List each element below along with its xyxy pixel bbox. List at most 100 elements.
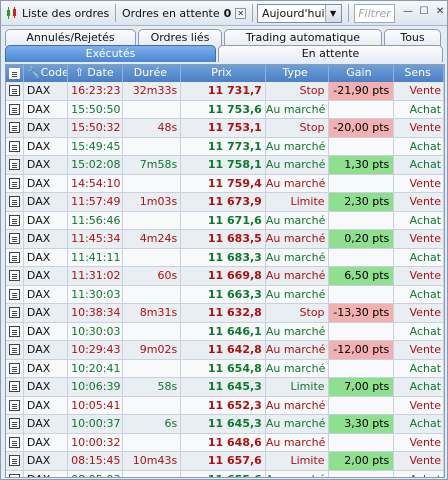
table-row[interactable]: DAX 14:54:10 11 759,4 Au marché Vente xyxy=(6,174,444,193)
pending-count-badge: 0 xyxy=(223,6,232,20)
document-icon[interactable] xyxy=(8,214,20,226)
cell-price: 11 759,4 xyxy=(181,174,266,192)
header-type[interactable]: Type xyxy=(266,65,329,82)
close-icon[interactable]: ✕ xyxy=(235,7,247,19)
cell-type: Au marché xyxy=(266,415,329,433)
cell-duration: 32m33s xyxy=(123,82,182,100)
orders-list-button[interactable]: Liste des ordres xyxy=(1,1,113,25)
document-icon[interactable] xyxy=(8,362,20,374)
cell-code: DAX xyxy=(24,119,68,137)
document-icon[interactable] xyxy=(8,159,20,171)
cell-price: 11 654,8 xyxy=(181,359,266,377)
document-icon[interactable] xyxy=(8,381,20,393)
header-direction[interactable]: Sens xyxy=(394,65,444,82)
document-icon[interactable] xyxy=(8,418,20,430)
cell-date: 10:20:41 xyxy=(68,359,124,377)
tab-cancelled[interactable]: Annulés/Rejetés xyxy=(5,29,136,46)
cell-date: 14:54:10 xyxy=(68,174,124,192)
table-row[interactable]: DAX 16:23:23 32m33s 11 731,7 Stop -21,90 pts V… xyxy=(6,82,444,101)
document-icon[interactable] xyxy=(8,473,20,477)
maximize-icon[interactable]: ☐ xyxy=(417,6,431,20)
toolbar-separator xyxy=(115,4,116,22)
tab-pending[interactable]: En attente xyxy=(218,45,443,62)
row-doc-icon xyxy=(6,285,24,303)
cell-type: Limite xyxy=(266,452,329,470)
table-row[interactable]: DAX 10:00:37 6s 11 645,3 Au marché 3,30 pts Ac… xyxy=(6,415,444,434)
table-row[interactable]: DAX 08:15:45 10m43s 11 657,6 Limite 2,00 pts V… xyxy=(6,452,444,471)
orders-list-label: Liste des ordres xyxy=(22,6,110,20)
header-duration[interactable]: Durée xyxy=(123,65,182,82)
table-row[interactable]: DAX 11:30:03 11 663,3 Au marché Achat xyxy=(6,285,444,304)
cell-code: DAX xyxy=(24,470,68,477)
table-row[interactable]: DAX 10:20:41 11 654,8 Au marché Achat xyxy=(6,359,444,378)
cell-price: 11 683,5 xyxy=(181,230,266,248)
cell-type: Limite xyxy=(266,193,329,211)
document-icon[interactable] xyxy=(8,455,20,467)
cell-type: Au marché xyxy=(266,285,329,303)
table-row[interactable]: DAX 15:49:45 11 773,1 Au marché Achat xyxy=(6,137,444,156)
row-doc-icon xyxy=(6,359,24,377)
cell-direction: Achat xyxy=(394,378,444,396)
table-row[interactable]: DAX 15:50:50 11 753,6 Au marché Achat xyxy=(6,100,444,119)
document-icon[interactable] xyxy=(8,140,20,152)
close-window-icon[interactable]: ✕ xyxy=(433,6,447,20)
cell-type: Stop xyxy=(266,82,329,100)
table-row[interactable]: DAX08:05:03 11 655,6Au marché Achat xyxy=(6,470,444,477)
tab-linked-orders[interactable]: Ordres liés xyxy=(138,29,222,46)
cell-date: 08:15:45 xyxy=(68,452,124,470)
minimize-icon[interactable]: — xyxy=(401,6,415,20)
cell-price: 11 753,6 xyxy=(181,100,266,118)
document-icon[interactable] xyxy=(8,233,20,245)
header-date[interactable]: ⇧ Date xyxy=(68,65,124,82)
document-icon[interactable] xyxy=(8,122,20,134)
row-doc-icon xyxy=(6,267,24,285)
document-icon[interactable] xyxy=(8,399,20,411)
tab-executed[interactable]: Exécutés xyxy=(5,45,217,62)
document-icon[interactable] xyxy=(8,196,20,208)
cell-date: 10:29:43 xyxy=(68,341,124,359)
document-icon[interactable] xyxy=(8,436,20,448)
table-row[interactable]: DAX 11:56:46 11 671,6 Au marché Achat xyxy=(6,211,444,230)
cell-gain: -20,00 pts xyxy=(328,119,395,137)
table-row[interactable]: DAX 11:31:02 60s 11 669,8 Au marché 6,50 pts V… xyxy=(6,267,444,286)
table-row[interactable]: DAX 10:05:41 11 652,3 Au marché Vente xyxy=(6,396,444,415)
table-row[interactable]: DAX 10:06:39 58s 11 645,3 Limite 7,00 pts Acha… xyxy=(6,378,444,397)
cell-duration xyxy=(123,322,182,340)
cell-code: DAX xyxy=(24,304,68,322)
header-code[interactable]: 🔧Code xyxy=(24,65,68,82)
tab-auto-trading[interactable]: Trading automatique xyxy=(224,29,382,46)
table-row[interactable]: DAX 15:50:32 48s 11 753,1 Stop -20,00 pts Vent… xyxy=(6,119,444,138)
cell-direction: Vente xyxy=(394,304,444,322)
document-icon[interactable] xyxy=(8,307,20,319)
header-gain[interactable]: Gain xyxy=(329,65,395,82)
document-icon[interactable] xyxy=(8,288,20,300)
table-row[interactable]: DAX 10:00:32 11 648,6 Au marché Vente xyxy=(6,433,444,452)
tab-all[interactable]: Tous xyxy=(384,29,441,46)
table-row[interactable]: DAX 15:02:08 7m58s 11 758,1 Au marché 1,30 pt… xyxy=(6,156,444,175)
table-row[interactable]: DAX 10:29:43 9m02s 11 642,8 Au marché -12,00 … xyxy=(6,341,444,360)
document-icon[interactable] xyxy=(8,177,20,189)
filter-input[interactable]: Filtrer les xyxy=(354,3,396,23)
row-doc-icon xyxy=(6,322,24,340)
table-row[interactable]: DAX 11:45:34 4m24s 11 683,5 Au marché 0,20 pt… xyxy=(6,230,444,249)
table-row[interactable]: DAX 11:41:11 11 683,3 Au marché Achat xyxy=(6,248,444,267)
cell-direction: Vente xyxy=(394,193,444,211)
document-icon[interactable] xyxy=(8,85,20,97)
cell-code: DAX xyxy=(24,174,68,192)
document-icon[interactable] xyxy=(8,270,20,282)
document-icon[interactable] xyxy=(8,325,20,337)
cell-date: 15:50:32 xyxy=(68,119,124,137)
cell-gain: 2,30 pts xyxy=(328,193,395,211)
header-price[interactable]: Prix xyxy=(181,65,266,82)
cell-type: Stop xyxy=(266,304,329,322)
pending-orders-button[interactable]: Ordres en attente 0 ✕ xyxy=(118,1,250,25)
document-icon[interactable] xyxy=(8,103,20,115)
cell-direction: Achat xyxy=(394,470,444,477)
table-row[interactable]: DAX 10:38:34 8m31s 11 632,8 Stop -13,30 pts Ve… xyxy=(6,304,444,323)
table-row[interactable]: DAX 11:57:49 1m03s 11 673,9 Limite 2,30 pts Ve… xyxy=(6,193,444,212)
table-row[interactable]: DAX 10:30:03 11 646,1 Au marché Achat xyxy=(6,322,444,341)
document-icon[interactable] xyxy=(8,344,20,356)
chevron-down-icon[interactable]: ▼ xyxy=(324,4,341,22)
document-icon[interactable] xyxy=(8,251,20,263)
period-select[interactable]: Aujourd'hui ▼ xyxy=(256,3,342,23)
